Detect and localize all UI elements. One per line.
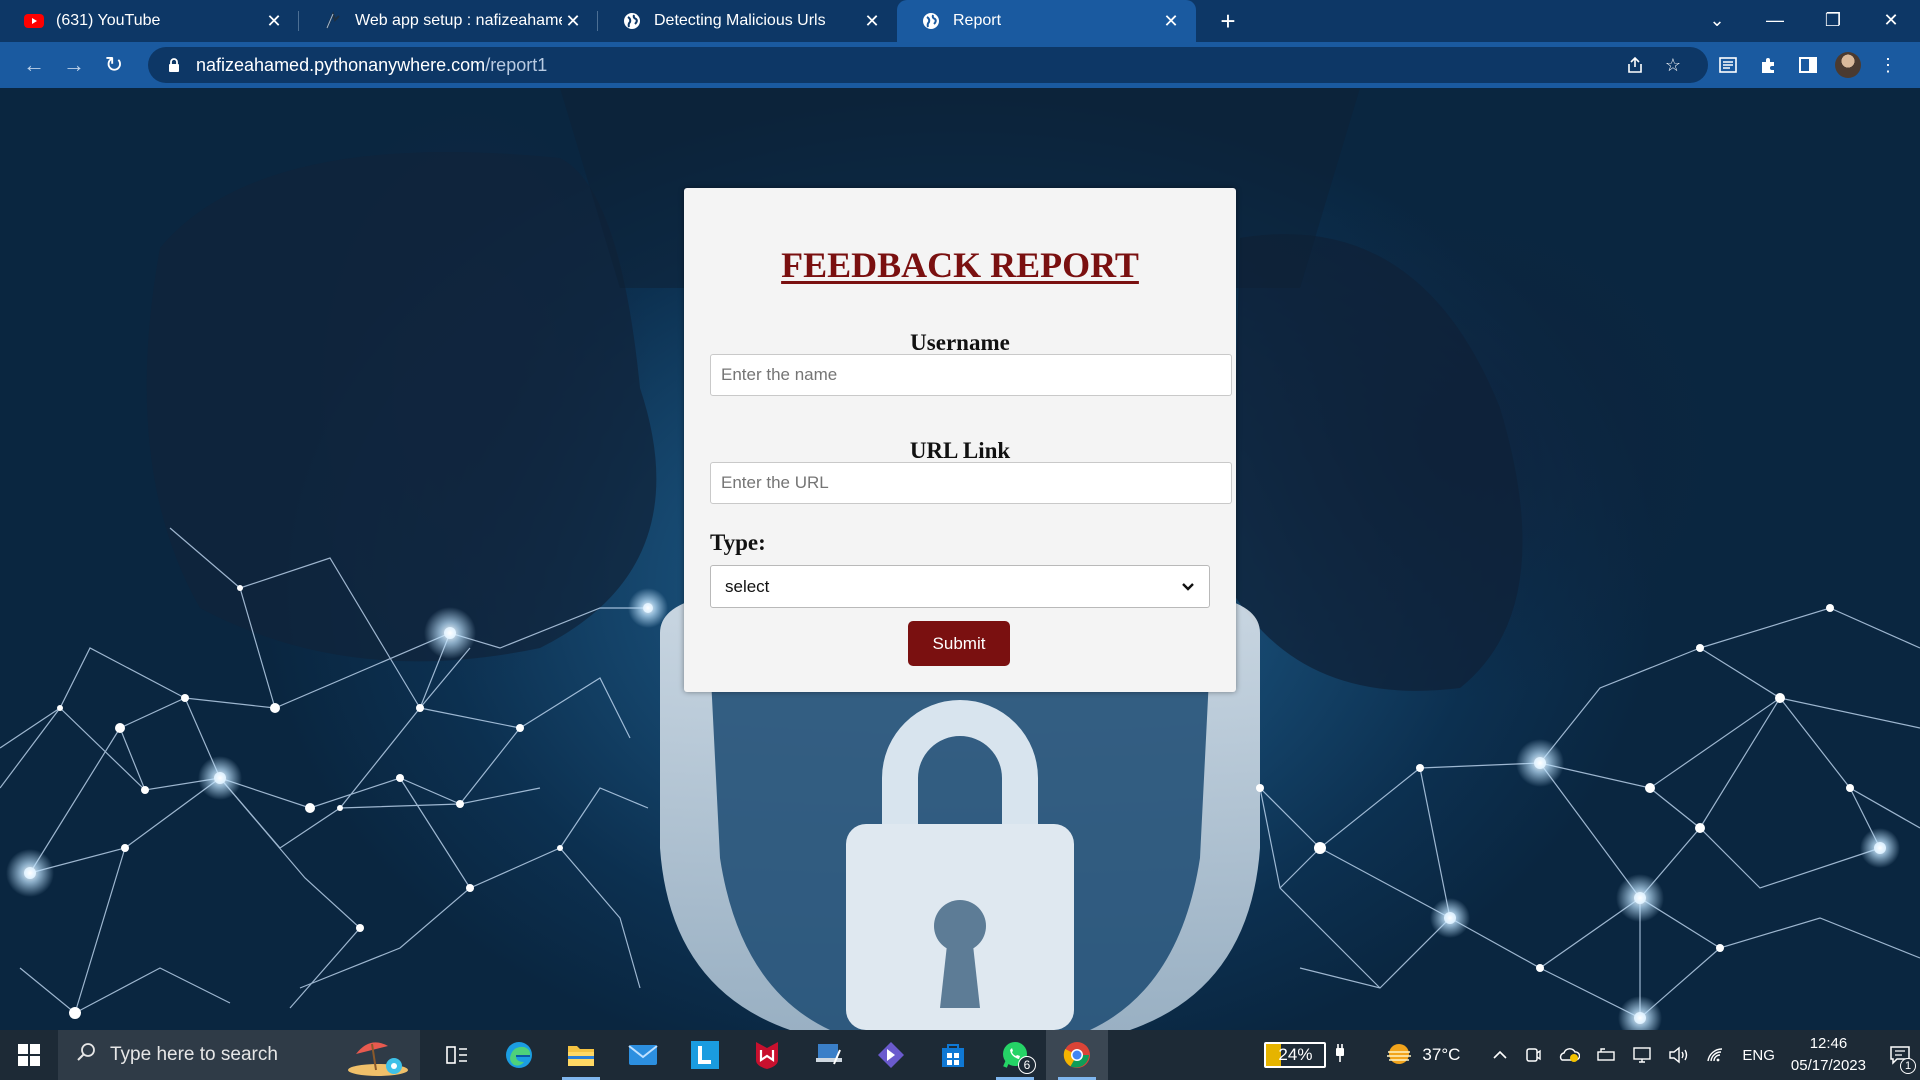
tab-title: Web app setup : nafizeahamed : PythonAny… xyxy=(355,12,562,29)
windows-logo-icon xyxy=(18,1044,40,1066)
avatar xyxy=(1835,52,1861,78)
type-select[interactable]: select xyxy=(710,565,1210,608)
tab-title: (631) YouTube xyxy=(56,12,161,29)
clock-time: 12:46 xyxy=(1809,1035,1848,1052)
reload-button[interactable]: ↻ xyxy=(94,47,134,83)
tab-title: Detecting Malicious Urls xyxy=(654,12,826,29)
search-icon xyxy=(76,1042,96,1068)
notification-center-button[interactable]: 1 xyxy=(1880,1030,1920,1080)
type-select-value: select xyxy=(725,576,770,596)
url-input[interactable] xyxy=(710,462,1232,504)
tab-close-icon[interactable]: ✕ xyxy=(1160,10,1182,32)
minimize-button[interactable]: — xyxy=(1746,0,1804,40)
power-automate-icon[interactable] xyxy=(860,1030,922,1080)
clock-date: 05/17/2023 xyxy=(1790,1057,1866,1074)
search-placeholder: Type here to search xyxy=(110,1044,278,1065)
page-title: FEEDBACK REPORT xyxy=(781,245,1139,285)
file-explorer-icon[interactable] xyxy=(550,1030,612,1080)
extensions-puzzle-icon[interactable] xyxy=(1748,47,1788,83)
tab-detecting-malicious-urls[interactable]: Detecting Malicious Urls ✕ xyxy=(598,0,897,42)
type-label: Type: xyxy=(710,530,766,555)
show-hidden-icons-chevron-icon[interactable] xyxy=(1492,1050,1508,1060)
tab-pythonanywhere[interactable]: Web app setup : nafizeahamed : PythonAny… xyxy=(299,0,598,42)
tab-close-icon[interactable]: ✕ xyxy=(263,10,285,32)
lenovo-vantage-icon[interactable] xyxy=(674,1030,736,1080)
connect-app-icon[interactable] xyxy=(798,1030,860,1080)
wifi-network-icon[interactable] xyxy=(1706,1047,1726,1063)
tab-report[interactable]: Report ✕ xyxy=(897,0,1196,42)
sun-haze-icon xyxy=(1387,1044,1412,1064)
menu-kebab-icon[interactable]: ⋮ xyxy=(1868,47,1908,83)
lock-icon[interactable] xyxy=(164,57,184,73)
start-button[interactable] xyxy=(0,1030,58,1080)
submit-button[interactable]: Submit xyxy=(908,621,1010,666)
pinned-apps: 6 xyxy=(426,1030,1108,1080)
globe-icon xyxy=(622,11,642,31)
temperature: 37°C xyxy=(1422,1045,1461,1064)
clock[interactable]: 12:46 05/17/2023 xyxy=(1791,1033,1866,1077)
tab-search-chevron-icon[interactable]: ⌄ xyxy=(1688,0,1746,40)
microsoft-store-icon[interactable] xyxy=(922,1030,984,1080)
beach-umbrella-icon xyxy=(348,1042,408,1076)
address-bar[interactable]: nafizeahamed.pythonanywhere.com/report1 … xyxy=(148,47,1708,83)
forward-button[interactable]: → xyxy=(54,47,94,83)
tab-close-icon[interactable]: ✕ xyxy=(562,10,584,32)
username-label: Username xyxy=(910,330,1010,355)
mail-icon[interactable] xyxy=(612,1030,674,1080)
url-path: /report1 xyxy=(485,54,548,75)
share-icon[interactable] xyxy=(1616,56,1654,74)
globe-icon xyxy=(921,11,941,31)
chevron-down-icon xyxy=(1181,577,1195,597)
display-project-icon[interactable] xyxy=(1632,1046,1652,1064)
battery-indicator[interactable]: 24% xyxy=(1264,1042,1346,1068)
task-view-icon[interactable] xyxy=(426,1030,488,1080)
mcafee-icon[interactable] xyxy=(736,1030,798,1080)
power-adapter-icon[interactable] xyxy=(1596,1047,1616,1063)
whatsapp-badge: 6 xyxy=(1018,1056,1036,1074)
url-host: nafizeahamed.pythonanywhere.com xyxy=(196,54,486,75)
taskbar-search-box[interactable]: Type here to search xyxy=(58,1030,420,1080)
chrome-icon[interactable] xyxy=(1046,1030,1108,1080)
battery-icon: 24% xyxy=(1264,1042,1327,1068)
feedback-report-card: FEEDBACK REPORT Username URL Link Type: … xyxy=(684,188,1236,692)
tab-title: Report xyxy=(953,12,1002,29)
pythonanywhere-icon xyxy=(323,11,343,31)
youtube-icon xyxy=(24,11,44,31)
new-tab-button[interactable]: + xyxy=(1206,0,1250,42)
page-content: FEEDBACK REPORT Username URL Link Type: … xyxy=(0,88,1920,1030)
side-panel-icon[interactable] xyxy=(1788,47,1828,83)
windows-taskbar: Type here to search 6 24% 37°C ENG 12:46… xyxy=(0,1030,1920,1080)
edge-browser-icon[interactable] xyxy=(488,1030,550,1080)
browser-toolbar: ← → ↻ nafizeahamed.pythonanywhere.com/re… xyxy=(0,42,1920,88)
weather-widget[interactable]: 37°C xyxy=(1384,1042,1460,1068)
notification-count-badge: 1 xyxy=(1900,1058,1916,1074)
charging-plug-icon xyxy=(1334,1043,1346,1068)
close-window-button[interactable]: ✕ xyxy=(1862,0,1920,40)
bookmark-star-icon[interactable]: ☆ xyxy=(1654,55,1692,76)
input-language[interactable]: ENG xyxy=(1742,1047,1775,1064)
volume-speaker-icon[interactable] xyxy=(1668,1046,1690,1064)
whatsapp-icon[interactable]: 6 xyxy=(984,1030,1046,1080)
url-link-label: URL Link xyxy=(909,438,1011,463)
profile-avatar[interactable] xyxy=(1828,47,1868,83)
back-button[interactable]: ← xyxy=(14,47,54,83)
window-controls: ⌄ — ❐ ✕ xyxy=(1688,0,1920,42)
restore-button[interactable]: ❐ xyxy=(1804,0,1862,40)
tab-close-icon[interactable]: ✕ xyxy=(861,10,883,32)
onedrive-warning-icon[interactable] xyxy=(1558,1047,1581,1063)
tab-youtube[interactable]: (631) YouTube ✕ xyxy=(0,0,299,42)
tab-strip: (631) YouTube ✕ Web app setup : nafizeah… xyxy=(0,0,1920,42)
battery-percent: 24% xyxy=(1278,1045,1313,1064)
username-input[interactable] xyxy=(710,354,1232,396)
meet-now-camera-icon[interactable] xyxy=(1524,1046,1542,1064)
reading-mode-icon[interactable] xyxy=(1708,47,1748,83)
system-tray: 24% 37°C ENG 12:46 05/17/2023 1 xyxy=(1256,1030,1920,1080)
